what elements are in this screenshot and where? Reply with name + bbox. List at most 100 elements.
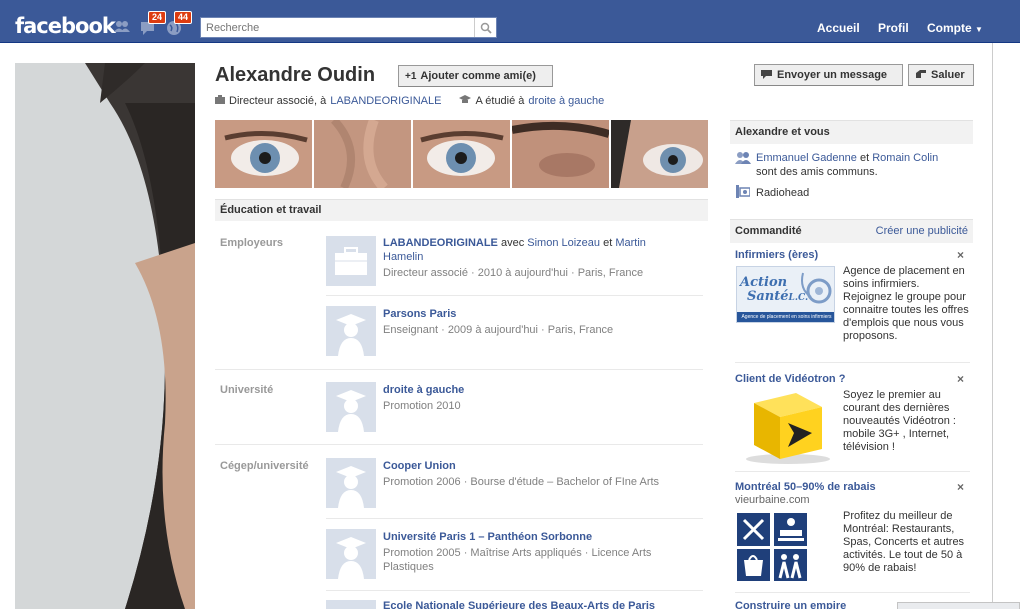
employer-entry-1: LABANDEORIGINALE avec Simon Loizeau et M… bbox=[383, 237, 646, 249]
profile-photo[interactable] bbox=[15, 63, 195, 609]
school-name-link[interactable]: Université Paris 1 – Panthéon Sorbonne bbox=[383, 531, 592, 543]
poke-icon bbox=[915, 69, 927, 82]
notifications-globe-icon[interactable]: 44 bbox=[165, 11, 193, 38]
divider bbox=[735, 471, 970, 472]
close-icon[interactable]: × bbox=[957, 480, 964, 494]
ad-image[interactable] bbox=[736, 389, 834, 466]
graduate-silhouette-icon bbox=[336, 466, 366, 508]
add-friend-button[interactable]: +1 Ajouter comme ami(e) bbox=[398, 65, 553, 87]
employers-label: Employeurs bbox=[220, 237, 283, 249]
job-company-link[interactable]: LABANDEORIGINALE bbox=[330, 95, 441, 107]
divider bbox=[326, 295, 703, 296]
ad-image[interactable]: Action SantéL.C. Agence de placement en … bbox=[736, 266, 835, 323]
facebook-logo[interactable]: facebook bbox=[15, 14, 116, 38]
school-name-link[interactable]: Ecole Nationale Supérieure des Beaux-Art… bbox=[383, 600, 655, 609]
close-icon[interactable]: × bbox=[957, 372, 964, 386]
mutual-friends-text: Emmanuel Gadenne et Romain Colin bbox=[756, 151, 938, 165]
ad-image[interactable] bbox=[736, 512, 808, 582]
university-details: Promotion 2010 bbox=[383, 400, 461, 412]
employer-name-link[interactable]: Parsons Paris bbox=[383, 308, 456, 320]
search-icon bbox=[480, 22, 492, 34]
divider bbox=[215, 369, 703, 370]
school-logo-placeholder[interactable] bbox=[326, 382, 376, 432]
friend-requests-icon[interactable] bbox=[113, 18, 133, 38]
school-name-link[interactable]: Cooper Union bbox=[383, 460, 456, 472]
education-prefix: A étudié à bbox=[475, 95, 525, 107]
school-logo-placeholder[interactable] bbox=[326, 529, 376, 579]
nav-account-link[interactable]: Compte ▼ bbox=[927, 21, 983, 35]
mutual-friend-link[interactable]: Romain Colin bbox=[872, 152, 938, 164]
poke-button[interactable]: Saluer bbox=[908, 64, 974, 86]
photo-strip-item[interactable] bbox=[512, 120, 609, 188]
create-ad-link[interactable]: Créer une publicité bbox=[876, 225, 968, 237]
chevron-down-icon: ▼ bbox=[975, 25, 983, 34]
divider bbox=[215, 444, 703, 445]
coworker-link[interactable]: Martin bbox=[615, 237, 646, 249]
education-school-link[interactable]: droite à gauche bbox=[528, 95, 604, 107]
ad-title-link[interactable]: Client de Vidéotron ? bbox=[735, 373, 845, 385]
nav-account-label: Compte bbox=[927, 21, 972, 35]
close-icon[interactable]: × bbox=[957, 248, 964, 262]
school-logo-placeholder[interactable] bbox=[326, 306, 376, 356]
briefcase-icon bbox=[335, 247, 367, 275]
messages-icon[interactable]: 24 bbox=[139, 11, 167, 38]
add-friend-icon: +1 bbox=[405, 70, 417, 82]
message-icon bbox=[761, 69, 773, 82]
photo-strip-item[interactable] bbox=[611, 120, 708, 188]
stethoscope-icon bbox=[801, 272, 832, 304]
graduate-silhouette-icon bbox=[336, 390, 366, 432]
ad-body: Profitez du meilleur de Montréal: Restau… bbox=[843, 510, 965, 574]
search-box bbox=[200, 17, 497, 38]
ad-logo-text-1: Action bbox=[740, 275, 788, 290]
divider bbox=[735, 592, 970, 593]
nav-home-link[interactable]: Accueil bbox=[817, 21, 860, 35]
with-text: avec bbox=[500, 237, 525, 249]
poke-label: Saluer bbox=[931, 69, 965, 81]
search-button[interactable] bbox=[474, 18, 496, 37]
send-message-label: Envoyer un message bbox=[777, 69, 888, 81]
graduation-cap-icon bbox=[459, 95, 472, 107]
chat-bar[interactable] bbox=[897, 602, 1020, 609]
mutual-suffix: sont des amis communs. bbox=[756, 166, 878, 178]
university-name-link[interactable]: droite à gauche bbox=[383, 384, 464, 396]
sponsored-title: Commandité bbox=[735, 225, 802, 237]
cegep-label: Cégep/université bbox=[220, 460, 309, 472]
and-text: et bbox=[603, 237, 613, 249]
coworker-link[interactable]: Hamelin bbox=[383, 251, 423, 263]
photo-strip-item[interactable] bbox=[215, 120, 312, 188]
education-work-header: Éducation et travail bbox=[215, 199, 708, 221]
mutual-like-link[interactable]: Radiohead bbox=[756, 186, 809, 200]
graduate-silhouette-icon bbox=[336, 314, 366, 356]
divider bbox=[326, 590, 703, 591]
ad-title-link[interactable]: Construire un empire bbox=[735, 600, 846, 609]
nav-profile-link[interactable]: Profil bbox=[878, 21, 909, 35]
ad-subtitle: vieurbaine.com bbox=[735, 494, 810, 506]
job-prefix: Directeur associé, à bbox=[229, 95, 327, 107]
mutual-and-text: et bbox=[859, 152, 870, 164]
coworker-link[interactable]: Simon Loizeau bbox=[527, 237, 600, 249]
employer-name-link[interactable]: LABANDEORIGINALE bbox=[383, 237, 498, 249]
mutual-friend-link[interactable]: Emmanuel Gadenne bbox=[756, 152, 857, 164]
divider bbox=[326, 518, 703, 519]
briefcase-icon bbox=[215, 95, 225, 107]
messages-count-badge: 24 bbox=[148, 11, 167, 24]
notifications-count-badge: 44 bbox=[174, 11, 193, 24]
employer-logo-placeholder[interactable] bbox=[326, 236, 376, 286]
search-input[interactable] bbox=[201, 18, 471, 37]
school-details: Promotion 2005 · Maîtrise Arts appliqués… bbox=[383, 547, 652, 573]
photo-strip-item[interactable] bbox=[314, 120, 411, 188]
school-logo-placeholder[interactable] bbox=[326, 458, 376, 508]
ad-title-link[interactable]: Infirmiers (ères) bbox=[735, 249, 818, 261]
send-message-button[interactable]: Envoyer un message bbox=[754, 64, 903, 86]
ad-body: Agence de placement en soins infirmiers.… bbox=[843, 265, 969, 342]
mutual-header: Alexandre et vous bbox=[730, 120, 973, 144]
add-friend-label: Ajouter comme ami(e) bbox=[420, 70, 536, 82]
divider bbox=[735, 362, 970, 363]
mutual-friends-icon bbox=[735, 151, 751, 167]
ad-title-link[interactable]: Montréal 50–90% de rabais bbox=[735, 481, 876, 493]
music-icon bbox=[736, 185, 751, 201]
employer-details: Directeur associé · 2010 à aujourd'hui ·… bbox=[383, 267, 644, 279]
photo-strip-item[interactable] bbox=[413, 120, 510, 188]
school-logo-placeholder[interactable] bbox=[326, 600, 376, 609]
employer-details: Enseignant · 2009 à aujourd'hui · Paris,… bbox=[383, 324, 614, 336]
